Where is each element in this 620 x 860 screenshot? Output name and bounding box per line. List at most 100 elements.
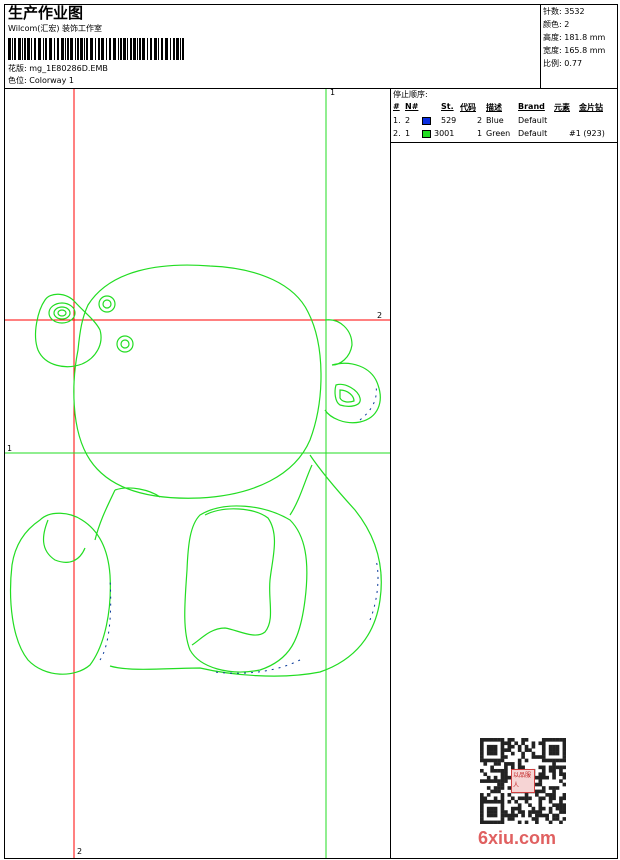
qr-module xyxy=(538,810,543,814)
qr-module xyxy=(493,806,498,811)
qr-module xyxy=(514,799,519,804)
qr-module xyxy=(548,744,553,749)
qr-module xyxy=(521,796,525,801)
qr-module xyxy=(486,775,491,780)
qr-module xyxy=(548,738,553,742)
qr-module xyxy=(510,744,515,749)
bear-left-arm-inner xyxy=(43,519,86,563)
qr-module xyxy=(524,796,529,801)
embroidery-drawing xyxy=(5,89,390,858)
qr-module xyxy=(497,782,501,787)
qr-module xyxy=(517,796,522,801)
qr-module xyxy=(483,799,488,804)
bear-left-ear-ring xyxy=(57,309,67,317)
qr-module xyxy=(493,786,498,790)
qr-module xyxy=(497,789,501,794)
qr-module xyxy=(497,758,501,763)
bear-left-ear-ring xyxy=(53,306,71,320)
qr-module xyxy=(562,751,566,756)
qr-module xyxy=(493,738,498,742)
qr-module xyxy=(562,817,566,821)
qr-module xyxy=(545,793,549,797)
horizontal-green-guide-label: 1 xyxy=(7,444,13,453)
qr-module xyxy=(541,806,546,811)
qr-module xyxy=(507,817,512,821)
qr-module xyxy=(559,738,563,742)
bear-right-ear xyxy=(324,319,381,424)
stitch-accent xyxy=(99,579,112,661)
qr-module xyxy=(483,758,488,763)
qr-module xyxy=(559,768,563,773)
qr-module xyxy=(552,813,556,818)
qr-module xyxy=(514,741,519,746)
bear-right-foot-pad xyxy=(191,508,276,646)
qr-module xyxy=(541,748,546,752)
qr-module xyxy=(552,751,556,756)
qr-module xyxy=(493,751,498,756)
qr-module xyxy=(538,755,543,759)
qr-module xyxy=(493,762,498,766)
qr-module xyxy=(555,817,560,821)
qr-module xyxy=(555,738,560,742)
qr-module xyxy=(524,748,529,752)
qr-module xyxy=(510,810,515,814)
qr-module xyxy=(480,817,484,821)
qr-module xyxy=(490,820,494,824)
qr-module xyxy=(497,762,501,766)
qr-module xyxy=(562,782,566,787)
qr-module xyxy=(517,820,522,824)
qr-module xyxy=(504,755,508,759)
qr-module xyxy=(490,738,494,742)
qr-module xyxy=(521,755,525,759)
qr-module xyxy=(486,820,491,824)
qr-module xyxy=(541,744,546,749)
qr-module xyxy=(538,813,543,818)
qr-module xyxy=(517,806,522,811)
qr-module xyxy=(538,772,543,777)
qr-module xyxy=(524,758,529,763)
qr-module xyxy=(517,758,522,763)
qr-module xyxy=(497,799,501,804)
qr-module xyxy=(480,768,484,773)
qr-module xyxy=(490,806,494,811)
qr-module xyxy=(493,796,498,801)
qr-module xyxy=(524,799,529,804)
qr-module xyxy=(500,796,505,801)
qr-module xyxy=(504,741,508,746)
qr-module xyxy=(486,813,491,818)
qr-module xyxy=(559,810,563,814)
qr-module xyxy=(500,738,505,742)
qr-module xyxy=(528,748,532,752)
qr-module xyxy=(555,765,560,770)
qr-module xyxy=(490,744,494,749)
qr-module xyxy=(541,786,546,790)
qr-module xyxy=(517,803,522,807)
qr-module xyxy=(507,793,512,797)
qr-module xyxy=(562,796,566,801)
qr-module xyxy=(538,806,543,811)
bear-eye xyxy=(116,335,134,353)
qr-module xyxy=(562,772,566,777)
qr-module xyxy=(535,775,539,780)
qr-module xyxy=(500,779,505,783)
qr-module xyxy=(528,810,532,814)
qr-module xyxy=(497,768,501,773)
qr-module xyxy=(500,748,505,752)
qr-module xyxy=(545,817,549,821)
qr-module xyxy=(517,810,522,814)
bear-eye xyxy=(120,339,130,349)
qr-module xyxy=(552,796,556,801)
qr-module xyxy=(500,806,505,811)
bear-right-ear-inner xyxy=(334,383,361,407)
seal-text: 以品服人 xyxy=(513,772,532,789)
qr-module xyxy=(562,810,566,814)
qr-module xyxy=(541,789,546,794)
qr-module xyxy=(510,751,515,756)
qr-module xyxy=(480,796,484,801)
qr-module xyxy=(521,738,525,742)
qr-module xyxy=(500,803,505,807)
qr-module xyxy=(514,813,519,818)
qr-module xyxy=(500,820,505,824)
qr-module xyxy=(517,762,522,766)
qr-module xyxy=(538,789,543,794)
